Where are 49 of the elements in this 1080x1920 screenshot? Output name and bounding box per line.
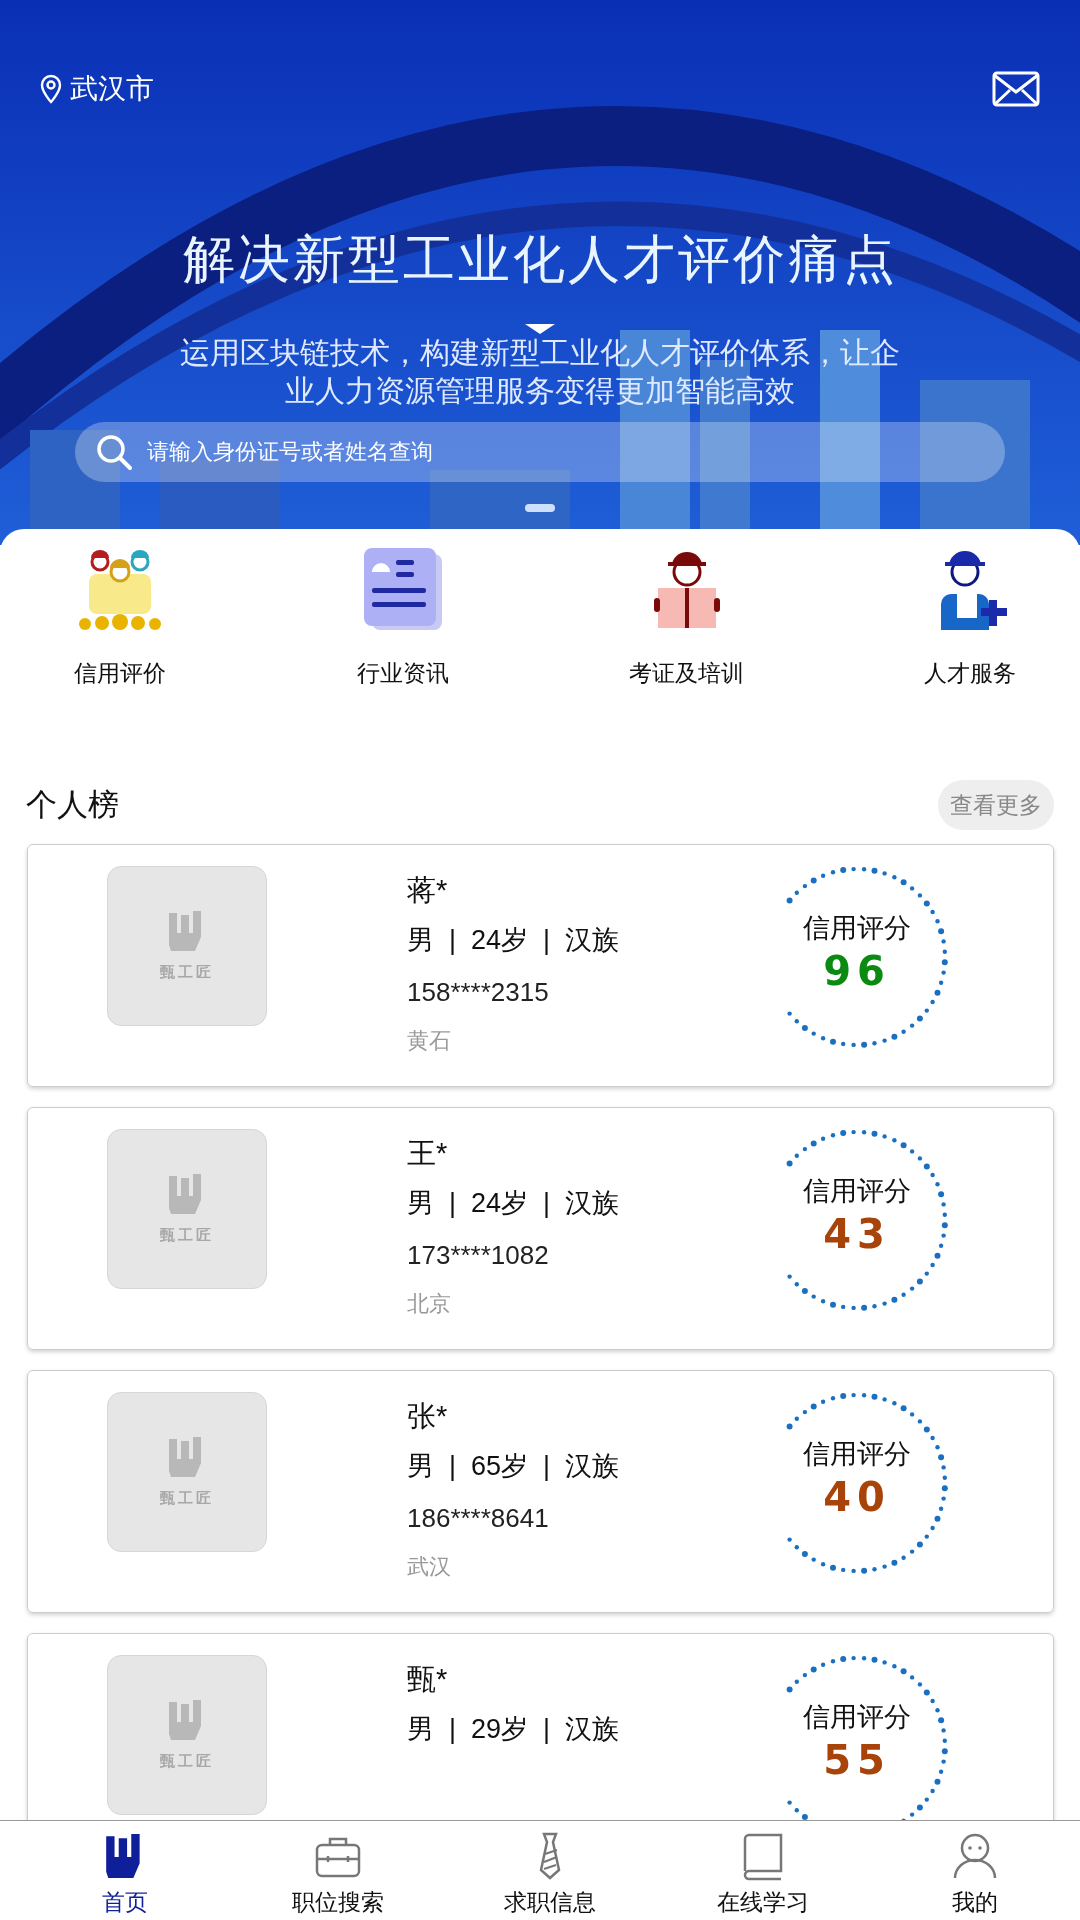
tab-item[interactable]: 职位搜索: [272, 1820, 403, 1920]
carousel-indicator[interactable]: [525, 504, 555, 512]
person-details: 男 | 24岁 | 汉族: [407, 924, 621, 957]
phone-number: 158****2315: [407, 975, 550, 1009]
banner-subtitle: 运用区块链技术，构建新型工业化人才评价体系，让企: [180, 335, 900, 371]
location-pin-icon: [40, 74, 62, 104]
city-label: 武汉: [407, 1552, 452, 1581]
section-title: 个人榜: [26, 785, 119, 824]
tab-item[interactable]: 在线学习: [697, 1820, 828, 1920]
person-details: 男 | 65岁 | 汉族: [407, 1450, 621, 1483]
score-value: 96: [823, 948, 891, 993]
avatar-label: 甄工匠: [160, 961, 214, 982]
score-label: 信用评分: [803, 1438, 911, 1471]
tab-item[interactable]: 求职信息: [485, 1820, 615, 1920]
avatar-label: 甄工匠: [160, 1487, 214, 1508]
person-card[interactable]: 甄工匠 甄* 男 | 29岁 | 汉族 信用评分 55: [27, 1633, 1054, 1820]
person-card[interactable]: 甄工匠 王* 男 | 24岁 | 汉族 173****1082 北京 信用评分 43: [27, 1107, 1054, 1350]
avatar-label: 甄工匠: [160, 1750, 214, 1771]
city-label: 黄石: [407, 1026, 452, 1055]
person-card[interactable]: 甄工匠 蒋* 男 | 24岁 | 汉族 158****2315 黄石 信用评分 96: [27, 844, 1054, 1087]
banner-subtitle: 业人力资源管理服务变得更加智能高效: [285, 373, 795, 409]
city-label: 北京: [407, 1289, 452, 1318]
person-name: 蒋*: [407, 873, 449, 908]
person-details: 男 | 29岁 | 汉族: [407, 1713, 621, 1746]
tab-item[interactable]: 我的: [910, 1820, 1040, 1920]
location-label[interactable]: 武汉市: [70, 68, 154, 110]
avatar-label: 甄工匠: [160, 1224, 214, 1245]
score-label: 信用评分: [803, 1175, 911, 1208]
mail-icon[interactable]: [992, 71, 1040, 107]
banner-headline: 解决新型工业化人才评价痛点: [182, 229, 898, 290]
person-name: 甄*: [407, 1662, 449, 1697]
phone-number: 186****8641: [407, 1501, 550, 1535]
shortcut-button[interactable]: 行业资讯: [303, 543, 504, 692]
shortcut-button[interactable]: 信用评价: [20, 543, 220, 692]
person-name: 王*: [407, 1136, 449, 1171]
score-label: 信用评分: [803, 912, 911, 945]
score-value: 43: [823, 1211, 891, 1256]
score-label: 信用评分: [803, 1701, 911, 1734]
tab-item[interactable]: 首页: [60, 1820, 190, 1920]
phone-number: 173****1082: [407, 1238, 550, 1272]
person-details: 男 | 24岁 | 汉族: [407, 1187, 621, 1220]
shortcut-button[interactable]: 考证及培训: [586, 543, 787, 692]
search-icon: [95, 433, 133, 471]
score-value: 55: [823, 1737, 891, 1782]
shortcut-button[interactable]: 人才服务: [870, 543, 1070, 692]
caret-icon: [525, 324, 555, 334]
person-card[interactable]: 甄工匠 张* 男 | 65岁 | 汉族 186****8641 武汉 信用评分 40: [27, 1370, 1054, 1613]
score-value: 40: [823, 1474, 891, 1519]
person-name: 张*: [407, 1399, 449, 1434]
